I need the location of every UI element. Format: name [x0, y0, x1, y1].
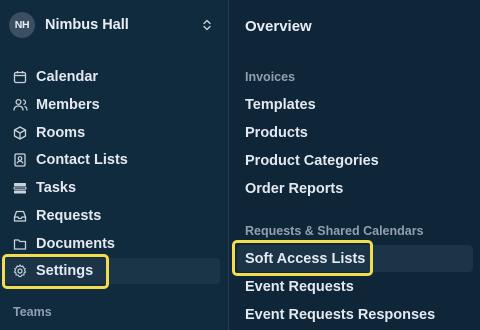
sidebar-item-contact-lists[interactable]: Contact Lists — [4, 147, 220, 173]
app-window: NH Nimbus Hall Calendar Members Rooms Co… — [0, 0, 480, 330]
menu-link-event-requests[interactable]: Event Requests — [245, 279, 354, 295]
sidebar-item-label: Settings — [36, 263, 94, 279]
sidebar-item-members[interactable]: Members — [4, 92, 220, 118]
sidebar-item-label: Requests — [36, 208, 102, 224]
sidebar-item-requests[interactable]: Requests — [4, 203, 220, 229]
inbox-icon — [12, 208, 28, 224]
chevron-up-down-icon[interactable] — [200, 17, 214, 33]
sidebar-item-settings[interactable]: Settings — [4, 258, 220, 284]
menu-link-product-categories[interactable]: Product Categories — [245, 153, 379, 169]
workspace-switcher[interactable]: NH Nimbus Hall — [8, 10, 218, 40]
group-header-invoices: Invoices — [245, 70, 296, 84]
cube-icon — [12, 125, 28, 141]
section-label-teams: Teams — [13, 305, 52, 319]
calendar-icon — [12, 69, 28, 85]
panel-title[interactable]: Overview — [245, 18, 312, 35]
sidebar: NH Nimbus Hall Calendar Members Rooms Co… — [0, 0, 228, 330]
menu-link-soft-access-lists[interactable]: Soft Access Lists — [245, 251, 365, 267]
sidebar-item-tasks[interactable]: Tasks — [4, 175, 220, 201]
sidebar-item-rooms[interactable]: Rooms — [4, 120, 220, 146]
sidebar-item-label: Contact Lists — [36, 152, 128, 168]
sidebar-item-label: Rooms — [36, 125, 86, 141]
gear-icon — [12, 263, 28, 279]
users-icon — [12, 97, 28, 113]
sidebar-item-label: Documents — [36, 236, 115, 252]
menu-link-products[interactable]: Products — [245, 125, 308, 141]
sidebar-item-label: Tasks — [36, 180, 77, 196]
sidebar-item-label: Calendar — [36, 69, 99, 85]
menu-link-templates[interactable]: Templates — [245, 97, 316, 113]
contact-book-icon — [12, 152, 28, 168]
tasks-icon — [12, 180, 28, 196]
sidebar-item-label: Members — [36, 97, 100, 113]
sidebar-item-documents[interactable]: Documents — [4, 231, 220, 257]
settings-panel: Overview Invoices Templates Products Pro… — [229, 0, 480, 330]
workspace-avatar: NH — [9, 12, 35, 38]
menu-link-order-reports[interactable]: Order Reports — [245, 181, 343, 197]
group-header-requests: Requests & Shared Calendars — [245, 224, 424, 238]
sidebar-item-calendar[interactable]: Calendar — [4, 64, 220, 90]
folder-icon — [12, 236, 28, 252]
menu-link-event-requests-responses[interactable]: Event Requests Responses — [245, 307, 435, 323]
workspace-name: Nimbus Hall — [45, 17, 129, 33]
